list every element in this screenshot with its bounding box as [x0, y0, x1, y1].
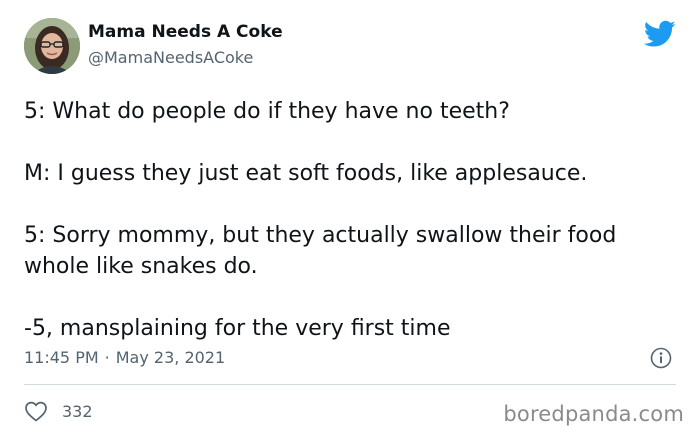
tweet-card: Mama Needs A Coke @MamaNeedsACoke 5: Wha… [0, 0, 700, 439]
info-icon[interactable] [650, 347, 672, 369]
tweet-line: 5: Sorry mommy, but they actually swallo… [24, 223, 617, 279]
meta-separator: · [104, 348, 110, 367]
heart-icon [25, 401, 47, 422]
tweet-line: 5: What do people do if they have no tee… [24, 99, 510, 124]
tweet-line: -5, mansplaining for the very first time [24, 316, 451, 341]
tweet-timestamp[interactable]: 11:45 PM · May 23, 2021 [24, 348, 225, 367]
twitter-bird-icon[interactable] [644, 20, 676, 48]
like-button[interactable]: 332 [24, 400, 93, 422]
like-count: 332 [62, 401, 93, 421]
author-handle[interactable]: @MamaNeedsACoke [88, 48, 253, 67]
tweet-text: 5: What do people do if they have no tee… [24, 96, 684, 344]
tweet-date: May 23, 2021 [115, 348, 226, 367]
tweet-line: M: I guess they just eat soft foods, lik… [24, 161, 588, 186]
avatar-photo [24, 18, 80, 74]
divider [24, 384, 676, 385]
author-display-name[interactable]: Mama Needs A Coke [88, 22, 283, 42]
avatar[interactable] [24, 18, 80, 74]
watermark: boredpanda.com [503, 402, 684, 426]
tweet-time: 11:45 PM [24, 348, 99, 367]
